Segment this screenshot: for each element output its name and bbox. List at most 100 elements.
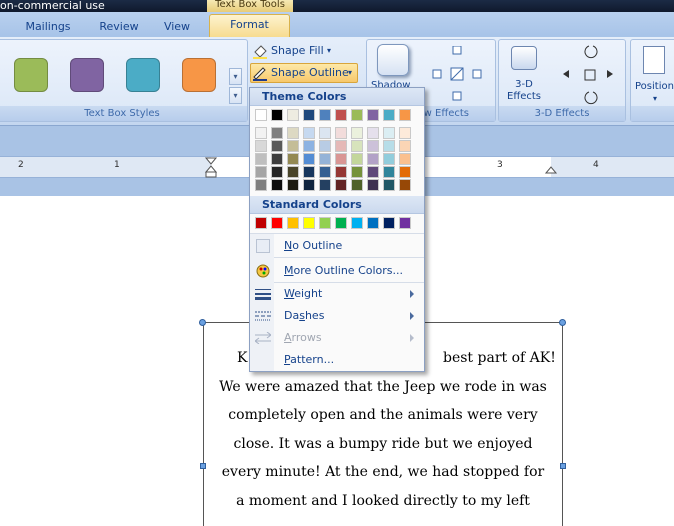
weight-item[interactable]: Weight <box>250 283 424 305</box>
theme-shade-cell[interactable] <box>255 166 267 178</box>
no-outline-item[interactable]: No Outline <box>250 235 424 257</box>
tab-format[interactable]: Format <box>209 14 290 39</box>
dashes-item[interactable]: Dashes <box>250 305 424 327</box>
theme-shade-cell[interactable] <box>271 140 283 152</box>
standard-color-cell[interactable] <box>367 217 379 229</box>
nudge-shadow-icons[interactable] <box>427 46 487 104</box>
theme-shade-cell[interactable] <box>319 127 331 139</box>
theme-shade-cell[interactable] <box>335 140 347 152</box>
theme-shade-cell[interactable] <box>351 140 363 152</box>
theme-colors-header: Theme Colors <box>250 88 424 106</box>
position-button[interactable]: Position <box>635 81 674 92</box>
styles-more-button[interactable]: ▾ <box>229 68 242 85</box>
theme-shade-cell[interactable] <box>399 140 411 152</box>
style-swatch-aqua[interactable] <box>126 58 160 92</box>
standard-color-cell[interactable] <box>319 217 331 229</box>
palette-icon <box>256 264 270 278</box>
theme-shade-cell[interactable] <box>383 166 395 178</box>
theme-shade-cell[interactable] <box>335 153 347 165</box>
theme-color-cell[interactable] <box>303 109 315 121</box>
style-swatch-orange[interactable] <box>182 58 216 92</box>
theme-shade-cell[interactable] <box>319 140 331 152</box>
shape-outline-button[interactable]: Shape Outline ▾ <box>250 63 358 83</box>
style-swatch-purple[interactable] <box>70 58 104 92</box>
theme-shade-cell[interactable] <box>367 127 379 139</box>
resize-handle-top-right[interactable] <box>559 319 566 326</box>
theme-color-cell[interactable] <box>351 109 363 121</box>
theme-shade-cell[interactable] <box>287 140 299 152</box>
more-outline-colors-item[interactable]: More Outline Colors... <box>250 260 424 282</box>
standard-color-cell[interactable] <box>383 217 395 229</box>
group-label-arrange <box>631 106 674 121</box>
standard-color-cell[interactable] <box>351 217 363 229</box>
indent-marker-icon[interactable] <box>205 157 217 179</box>
theme-shade-cell[interactable] <box>303 166 315 178</box>
theme-shade-cell[interactable] <box>367 140 379 152</box>
theme-shade-cell[interactable] <box>383 140 395 152</box>
theme-shade-cell[interactable] <box>319 166 331 178</box>
theme-shade-cell[interactable] <box>255 127 267 139</box>
theme-shade-cell[interactable] <box>335 127 347 139</box>
theme-shade-cell[interactable] <box>383 153 395 165</box>
theme-shade-cell[interactable] <box>319 153 331 165</box>
theme-shade-cell[interactable] <box>287 127 299 139</box>
theme-color-cell[interactable] <box>319 109 331 121</box>
theme-shade-cell[interactable] <box>303 153 315 165</box>
tab-mailings[interactable]: Mailings <box>12 17 84 37</box>
theme-color-cell[interactable] <box>399 109 411 121</box>
theme-shade-cell[interactable] <box>255 153 267 165</box>
theme-shade-cell[interactable] <box>399 127 411 139</box>
right-indent-marker-icon[interactable] <box>545 163 557 175</box>
theme-shade-cell[interactable] <box>383 127 395 139</box>
theme-shade-cell[interactable] <box>255 179 267 191</box>
theme-shade-cell[interactable] <box>271 179 283 191</box>
three-d-effects-button[interactable]: 3-D Effects <box>502 79 546 103</box>
three-d-cube-icon[interactable] <box>511 46 537 70</box>
theme-shade-cell[interactable] <box>335 179 347 191</box>
theme-shade-cell[interactable] <box>319 179 331 191</box>
resize-handle-top-left[interactable] <box>199 319 206 326</box>
tab-review[interactable]: Review <box>90 17 148 37</box>
theme-shade-cell[interactable] <box>287 166 299 178</box>
style-swatch-green[interactable] <box>14 58 48 92</box>
standard-color-cell[interactable] <box>303 217 315 229</box>
pattern-item[interactable]: Pattern... <box>250 349 424 371</box>
theme-color-cell[interactable] <box>287 109 299 121</box>
theme-shade-cell[interactable] <box>367 166 379 178</box>
theme-shade-cell[interactable] <box>351 127 363 139</box>
theme-color-cell[interactable] <box>271 109 283 121</box>
shadow-icon[interactable] <box>377 44 409 76</box>
tilt-icons[interactable] <box>561 44 621 106</box>
styles-expand-button[interactable]: ▾ <box>229 87 242 104</box>
theme-shade-cell[interactable] <box>351 179 363 191</box>
theme-shade-cell[interactable] <box>303 127 315 139</box>
tab-view[interactable]: View <box>150 17 204 37</box>
standard-color-cell[interactable] <box>287 217 299 229</box>
menu-label: Dashes <box>284 309 325 322</box>
theme-shade-cell[interactable] <box>271 166 283 178</box>
theme-shade-cell[interactable] <box>255 140 267 152</box>
theme-shade-cell[interactable] <box>383 179 395 191</box>
theme-shade-cell[interactable] <box>399 179 411 191</box>
theme-shade-cell[interactable] <box>303 179 315 191</box>
theme-shade-cell[interactable] <box>271 153 283 165</box>
theme-shade-cell[interactable] <box>367 153 379 165</box>
theme-shade-cell[interactable] <box>303 140 315 152</box>
standard-color-cell[interactable] <box>399 217 411 229</box>
theme-shade-cell[interactable] <box>287 179 299 191</box>
theme-shade-cell[interactable] <box>287 153 299 165</box>
theme-shade-cell[interactable] <box>351 153 363 165</box>
theme-color-cell[interactable] <box>383 109 395 121</box>
theme-shade-cell[interactable] <box>271 127 283 139</box>
standard-color-cell[interactable] <box>271 217 283 229</box>
standard-color-cell[interactable] <box>255 217 267 229</box>
standard-color-cell[interactable] <box>335 217 347 229</box>
theme-color-cell[interactable] <box>335 109 347 121</box>
theme-shade-cell[interactable] <box>335 166 347 178</box>
theme-shade-cell[interactable] <box>399 153 411 165</box>
theme-color-cell[interactable] <box>255 109 267 121</box>
theme-shade-cell[interactable] <box>367 179 379 191</box>
theme-shade-cell[interactable] <box>399 166 411 178</box>
theme-shade-cell[interactable] <box>351 166 363 178</box>
theme-color-cell[interactable] <box>367 109 379 121</box>
